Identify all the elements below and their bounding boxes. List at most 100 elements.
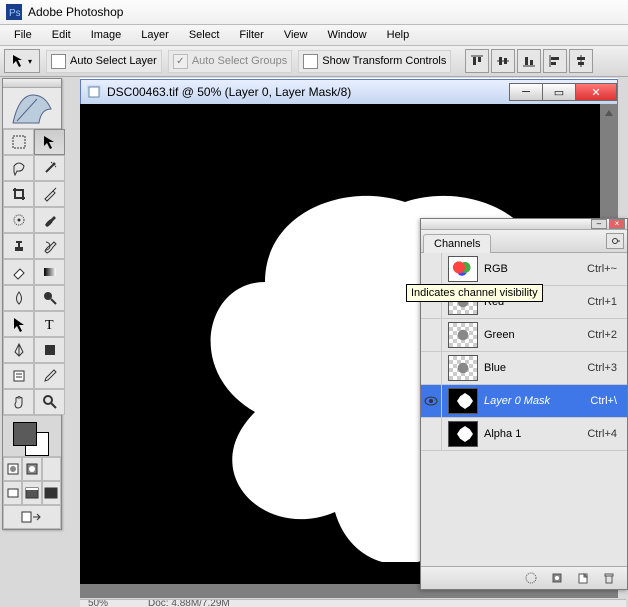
svg-text:T: T <box>45 318 54 332</box>
tool-blur[interactable] <box>3 285 34 311</box>
auto-select-layer-checkbox[interactable]: Auto Select Layer <box>46 50 162 73</box>
menu-select[interactable]: Select <box>179 27 230 43</box>
visibility-toggle[interactable] <box>421 319 442 351</box>
tool-pen[interactable] <box>3 337 34 363</box>
photoshop-icon: Ps <box>6 4 22 20</box>
menu-view[interactable]: View <box>274 27 318 43</box>
app-titlebar: Ps Adobe Photoshop <box>0 0 628 25</box>
channel-shortcut: Ctrl+~ <box>587 263 627 275</box>
maximize-button[interactable]: ▭ <box>542 83 576 101</box>
channel-thumbnail[interactable] <box>448 388 478 414</box>
toolbox-grip[interactable] <box>3 79 61 88</box>
quickmask-button-3[interactable] <box>42 457 61 481</box>
channel-thumbnail[interactable] <box>448 322 478 348</box>
tool-clone-stamp[interactable] <box>3 233 34 259</box>
eye-icon <box>424 396 438 406</box>
options-bar: ▾ Auto Select Layer Auto Select Groups S… <box>0 46 628 77</box>
tool-eraser[interactable] <box>3 259 34 285</box>
panel-menu-button[interactable] <box>606 233 624 249</box>
channel-shortcut: Ctrl+3 <box>587 362 627 374</box>
tool-brush[interactable] <box>34 207 65 233</box>
tool-preset-picker[interactable]: ▾ <box>4 49 40 73</box>
channel-label: Layer 0 Mask <box>484 395 590 407</box>
menu-image[interactable]: Image <box>81 27 132 43</box>
panel-minimize-button[interactable]: – <box>591 219 607 229</box>
channel-label: Blue <box>484 362 587 374</box>
scroll-up-icon[interactable] <box>602 106 616 120</box>
channel-thumbnail[interactable] <box>448 421 478 447</box>
tool-rect-marquee[interactable] <box>3 129 34 155</box>
tool-zoom[interactable] <box>34 389 65 415</box>
color-swatches[interactable] <box>3 415 61 457</box>
delete-channel-button[interactable] <box>599 569 619 587</box>
align-hcenter-button[interactable] <box>569 49 593 73</box>
channel-shortcut: Ctrl+\ <box>590 395 627 407</box>
tool-gradient[interactable] <box>34 259 65 285</box>
align-top-button[interactable] <box>465 49 489 73</box>
quickmask-standard-button[interactable] <box>3 457 22 481</box>
channel-row[interactable]: RGBCtrl+~ <box>421 253 627 286</box>
tool-hand[interactable] <box>3 389 34 415</box>
tool-magic-wand[interactable] <box>34 155 65 181</box>
svg-text:Ps: Ps <box>9 8 21 19</box>
visibility-toggle[interactable] <box>421 352 442 384</box>
tool-move[interactable] <box>34 129 65 155</box>
menu-file[interactable]: File <box>4 27 42 43</box>
channel-thumbnail[interactable] <box>448 355 478 381</box>
tool-healing-brush[interactable] <box>3 207 34 233</box>
align-left-button[interactable] <box>543 49 567 73</box>
channel-row[interactable]: Layer 0 MaskCtrl+\ <box>421 385 627 418</box>
new-channel-button[interactable] <box>573 569 593 587</box>
tool-history-brush[interactable] <box>34 233 65 259</box>
tool-lasso[interactable] <box>3 155 34 181</box>
menu-layer[interactable]: Layer <box>131 27 179 43</box>
visibility-toggle[interactable] <box>421 418 442 450</box>
screenmode-full-button[interactable] <box>42 481 61 505</box>
channel-shortcut: Ctrl+4 <box>587 428 627 440</box>
tool-shape[interactable] <box>34 337 65 363</box>
show-transform-controls-checkbox[interactable]: Show Transform Controls <box>298 50 451 73</box>
align-bottom-button[interactable] <box>517 49 541 73</box>
panel-drag-bar[interactable]: – × <box>421 219 627 230</box>
menu-help[interactable]: Help <box>377 27 420 43</box>
tool-dodge[interactable] <box>34 285 65 311</box>
panel-close-button[interactable]: × <box>609 219 625 229</box>
close-button[interactable]: ✕ <box>575 83 617 101</box>
tool-notes[interactable] <box>3 363 34 389</box>
screenmode-full-menubar-button[interactable] <box>22 481 41 505</box>
menu-filter[interactable]: Filter <box>229 27 273 43</box>
jump-to-imageready-button[interactable] <box>3 505 61 529</box>
checkbox-icon <box>303 54 318 69</box>
tool-slice[interactable] <box>34 181 65 207</box>
status-bar: 50% Doc: 4.88M/7.29M <box>80 599 626 607</box>
channel-label: Alpha 1 <box>484 428 587 440</box>
menu-edit[interactable]: Edit <box>42 27 81 43</box>
visibility-toggle[interactable] <box>421 253 442 285</box>
foreground-color-swatch[interactable] <box>13 422 37 446</box>
channel-row[interactable]: Alpha 1Ctrl+4 <box>421 418 627 451</box>
channel-row[interactable]: GreenCtrl+2 <box>421 319 627 352</box>
tab-channels[interactable]: Channels <box>423 234 491 253</box>
align-vcenter-button[interactable] <box>491 49 515 73</box>
tooltip: Indicates channel visibility <box>406 284 543 302</box>
document-icon <box>87 85 101 99</box>
screenmode-standard-button[interactable] <box>3 481 22 505</box>
channel-row[interactable]: BlueCtrl+3 <box>421 352 627 385</box>
channel-thumbnail[interactable] <box>448 256 478 282</box>
menu-window[interactable]: Window <box>318 27 377 43</box>
chevron-down-icon: ▾ <box>28 57 32 66</box>
tool-crop[interactable] <box>3 181 34 207</box>
app-title: Adobe Photoshop <box>28 5 123 19</box>
tool-eyedropper[interactable] <box>34 363 65 389</box>
minimize-button[interactable]: ─ <box>509 83 543 101</box>
quickmask-mask-button[interactable] <box>22 457 41 481</box>
doc-size-readout: Doc: 4.88M/7.29M <box>148 599 230 607</box>
tool-path-select[interactable] <box>3 311 34 337</box>
load-selection-button[interactable] <box>521 569 541 587</box>
tool-type[interactable]: T <box>34 311 65 337</box>
document-titlebar[interactable]: DSC00463.tif @ 50% (Layer 0, Layer Mask/… <box>80 79 618 105</box>
align-buttons <box>465 49 593 73</box>
visibility-toggle[interactable] <box>421 385 442 417</box>
zoom-readout[interactable]: 50% <box>88 599 108 607</box>
save-selection-button[interactable] <box>547 569 567 587</box>
